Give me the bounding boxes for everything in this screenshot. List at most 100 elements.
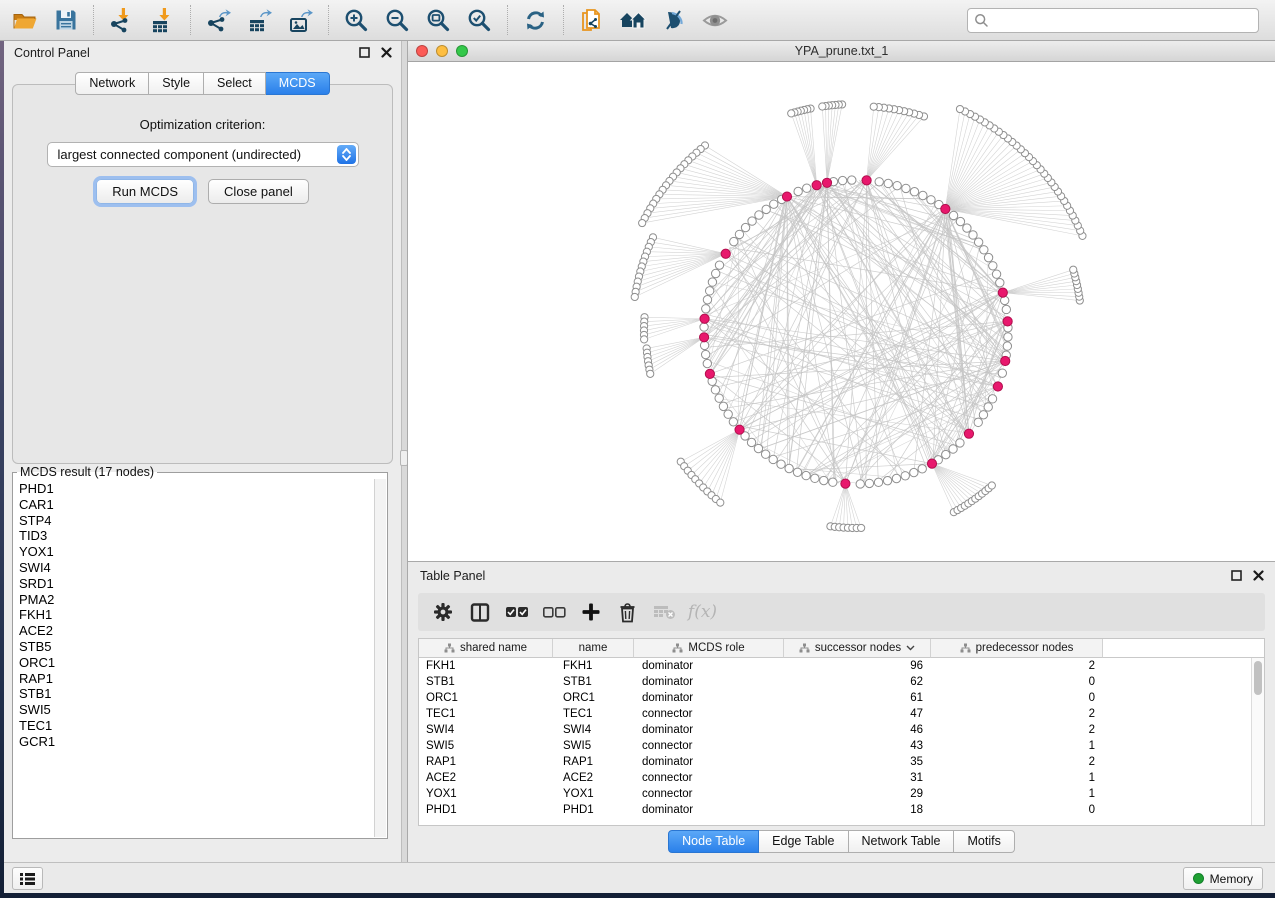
cell-successor-nodes[interactable]: 47 (784, 706, 931, 722)
mcds-result-item[interactable]: ACE2 (15, 623, 373, 639)
mcds-result-item[interactable]: STB1 (15, 686, 373, 702)
network-canvas[interactable] (408, 62, 1275, 561)
float-table-panel-icon[interactable] (1230, 569, 1243, 582)
cell-name[interactable]: FKH1 (553, 658, 634, 674)
cell-mcds-role[interactable]: connector (634, 706, 784, 722)
show-hide-button[interactable] (694, 2, 735, 38)
cell-predecessor-nodes[interactable]: 0 (931, 690, 1103, 706)
mcds-result-item[interactable]: SRD1 (15, 576, 373, 592)
cell-name[interactable]: ORC1 (553, 690, 634, 706)
tab-node-table[interactable]: Node Table (668, 830, 759, 853)
delete-table-button[interactable] (646, 596, 683, 628)
run-mcds-button[interactable]: Run MCDS (96, 179, 194, 204)
mcds-result-item[interactable]: TID3 (15, 528, 373, 544)
zoom-in-button[interactable] (336, 2, 377, 38)
import-network-button[interactable] (101, 2, 142, 38)
network-home-button[interactable] (612, 2, 653, 38)
cell-shared-name[interactable]: SWI4 (419, 722, 553, 738)
cell-shared-name[interactable]: ORC1 (419, 690, 553, 706)
show-task-history-button[interactable] (12, 867, 43, 890)
cell-predecessor-nodes[interactable]: 2 (931, 658, 1103, 674)
cell-name[interactable]: RAP1 (553, 754, 634, 770)
mcds-result-item[interactable]: YOX1 (15, 544, 373, 560)
cell-name[interactable]: SWI4 (553, 722, 634, 738)
zoom-fit-button[interactable] (418, 2, 459, 38)
export-image-button[interactable] (280, 2, 321, 38)
cell-predecessor-nodes[interactable]: 2 (931, 722, 1103, 738)
table-row[interactable]: FKH1FKH1dominator962 (419, 658, 1251, 674)
cell-predecessor-nodes[interactable]: 1 (931, 770, 1103, 786)
mcds-result-item[interactable]: FKH1 (15, 607, 373, 623)
mcds-result-item[interactable]: STP4 (15, 513, 373, 529)
cell-successor-nodes[interactable]: 96 (784, 658, 931, 674)
cell-mcds-role[interactable]: dominator (634, 658, 784, 674)
cell-mcds-role[interactable]: connector (634, 786, 784, 802)
mcds-result-item[interactable]: PHD1 (15, 481, 373, 497)
refresh-button[interactable] (515, 2, 556, 38)
cell-successor-nodes[interactable]: 61 (784, 690, 931, 706)
cell-name[interactable]: TEC1 (553, 706, 634, 722)
tab-motifs[interactable]: Motifs (954, 830, 1014, 853)
table-row[interactable]: TEC1TEC1connector472 (419, 706, 1251, 722)
tab-network[interactable]: Network (75, 72, 149, 95)
table-row[interactable]: SWI4SWI4dominator462 (419, 722, 1251, 738)
import-table-button[interactable] (142, 2, 183, 38)
tab-edge-table[interactable]: Edge Table (759, 830, 848, 853)
zoom-out-button[interactable] (377, 2, 418, 38)
cell-predecessor-nodes[interactable]: 1 (931, 738, 1103, 754)
cell-mcds-role[interactable]: dominator (634, 690, 784, 706)
column-header-successor-nodes[interactable]: successor nodes (784, 639, 931, 658)
cell-name[interactable]: PHD1 (553, 802, 634, 818)
mcds-result-item[interactable]: STB5 (15, 639, 373, 655)
cell-mcds-role[interactable]: dominator (634, 754, 784, 770)
mcds-result-scrollbar[interactable] (374, 479, 386, 837)
open-file-button[interactable] (4, 2, 45, 38)
column-header-predecessor-nodes[interactable]: predecessor nodes (931, 639, 1103, 658)
mcds-result-item[interactable]: SWI4 (15, 560, 373, 576)
export-network-button[interactable] (198, 2, 239, 38)
cell-name[interactable]: SWI5 (553, 738, 634, 754)
cell-predecessor-nodes[interactable]: 2 (931, 754, 1103, 770)
column-header-mcds-role[interactable]: MCDS role (634, 639, 784, 658)
cell-successor-nodes[interactable]: 29 (784, 786, 931, 802)
select-all-button[interactable] (498, 596, 535, 628)
share-document-button[interactable] (571, 2, 612, 38)
table-row[interactable]: STB1STB1dominator620 (419, 674, 1251, 690)
save-session-button[interactable] (45, 2, 86, 38)
table-scrollbar-thumb[interactable] (1254, 661, 1262, 695)
cell-name[interactable]: YOX1 (553, 786, 634, 802)
table-row[interactable]: PHD1PHD1dominator180 (419, 802, 1251, 818)
mcds-result-list[interactable]: PHD1CAR1STP4TID3YOX1SWI4SRD1PMA2FKH1ACE2… (15, 481, 373, 836)
cell-mcds-role[interactable]: connector (634, 738, 784, 754)
cell-name[interactable]: ACE2 (553, 770, 634, 786)
search-input[interactable] (989, 13, 1252, 27)
mcds-result-item[interactable]: CAR1 (15, 497, 373, 513)
tab-network-table[interactable]: Network Table (849, 830, 955, 853)
cell-mcds-role[interactable]: dominator (634, 674, 784, 690)
cell-successor-nodes[interactable]: 18 (784, 802, 931, 818)
window-close-icon[interactable] (416, 45, 428, 57)
window-zoom-icon[interactable] (456, 45, 468, 57)
column-header-shared-name[interactable]: shared name (419, 639, 553, 658)
float-panel-icon[interactable] (358, 46, 371, 59)
close-table-panel-icon[interactable] (1252, 569, 1265, 582)
toolbar-search-field[interactable] (967, 8, 1259, 33)
mcds-result-item[interactable]: RAP1 (15, 671, 373, 687)
deselect-all-button[interactable] (535, 596, 572, 628)
cell-mcds-role[interactable]: connector (634, 770, 784, 786)
close-panel-icon[interactable] (380, 46, 393, 59)
mcds-result-item[interactable]: PMA2 (15, 592, 373, 608)
toggle-graphics-details-button[interactable] (653, 2, 694, 38)
delete-column-button[interactable] (609, 596, 646, 628)
tab-select[interactable]: Select (204, 72, 266, 95)
export-table-button[interactable] (239, 2, 280, 38)
cell-successor-nodes[interactable]: 62 (784, 674, 931, 690)
table-row[interactable]: SWI5SWI5connector431 (419, 738, 1251, 754)
memory-button[interactable]: Memory (1183, 867, 1263, 890)
cell-mcds-role[interactable]: dominator (634, 802, 784, 818)
table-row[interactable]: YOX1YOX1connector291 (419, 786, 1251, 802)
table-row[interactable]: ACE2ACE2connector311 (419, 770, 1251, 786)
cell-mcds-role[interactable]: dominator (634, 722, 784, 738)
cell-predecessor-nodes[interactable]: 2 (931, 706, 1103, 722)
optimization-criterion-select[interactable]: largest connected component (undirected) (47, 142, 359, 167)
